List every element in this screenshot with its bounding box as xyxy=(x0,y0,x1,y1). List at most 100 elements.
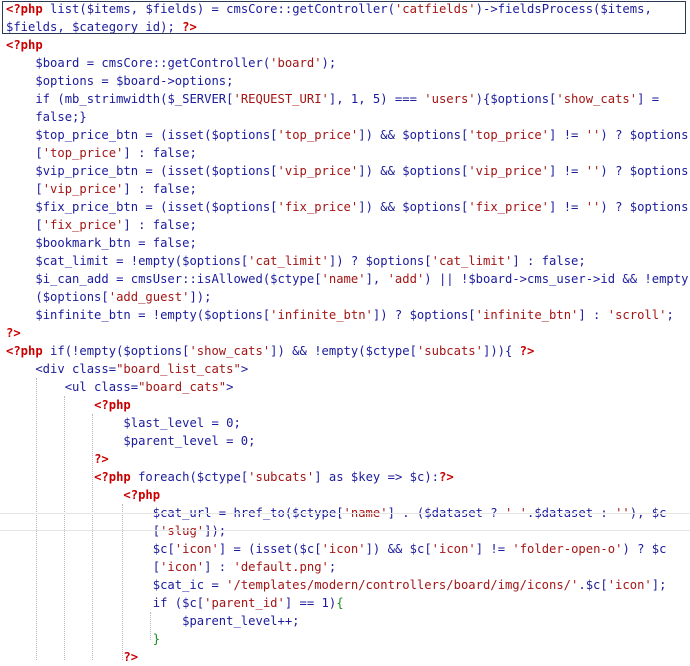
code-token: 'cat_limit' xyxy=(431,254,513,268)
code-token: if ( xyxy=(6,596,183,610)
code-token: $fields xyxy=(6,20,58,34)
code-token: '' xyxy=(585,128,601,142)
code-line: $parent_level = 0; xyxy=(6,432,690,450)
code-token: 'scroll' xyxy=(607,308,667,322)
code-token: = (isset( xyxy=(138,164,212,178)
code-token: [ xyxy=(409,344,417,358)
code-token: ); xyxy=(321,56,337,70)
code-token: $_SERVER xyxy=(167,92,227,106)
code-token: ) ? xyxy=(600,164,630,178)
code-token: 'show_cats' xyxy=(556,92,638,106)
code-token: $options xyxy=(402,128,461,142)
code-token: 'name' xyxy=(321,272,366,286)
code-token: = !empty( xyxy=(130,308,205,322)
code-token: [ xyxy=(6,560,161,574)
code-token: ] : false; xyxy=(123,146,197,160)
code-token: 'add_guest' xyxy=(108,290,190,304)
code-line: $options = $board->options; xyxy=(6,72,690,90)
code-line: ['top_price'] : false; xyxy=(6,144,690,162)
code-token: [ xyxy=(424,542,432,556)
code-token: ])){ xyxy=(482,344,520,358)
code-line: $i_can_add = cmsUser::isAllowed($ctype['… xyxy=(6,270,690,288)
code-token: 'vip_price' xyxy=(468,164,550,178)
code-token: 'top_price' xyxy=(42,146,124,160)
code-token: $c xyxy=(409,470,425,484)
code-token: $key xyxy=(350,470,381,484)
code-token: $options xyxy=(35,74,95,88)
code-token: $options xyxy=(42,290,102,304)
code-token: ): xyxy=(424,470,439,484)
code-token: [ xyxy=(167,542,175,556)
code-token: $items xyxy=(86,2,131,16)
code-token: 'icon' xyxy=(607,578,652,592)
code-token: ] != xyxy=(549,128,586,142)
code-token: <?php xyxy=(94,470,139,484)
code-token: $options xyxy=(402,164,461,178)
code-token: = 0; xyxy=(204,416,241,430)
code-line: $c['icon'] = (isset($c['icon']) && $c['i… xyxy=(6,540,690,558)
code-token: = xyxy=(94,74,117,88)
code-token: = (isset( xyxy=(138,200,212,214)
code-token: [ xyxy=(270,200,278,214)
code-token: [ xyxy=(424,254,432,268)
code-editor[interactable]: <?php list($items, $fields) = cmsCore::g… xyxy=(0,0,690,664)
code-token: ->options; xyxy=(160,74,234,88)
code-token: 'icon' xyxy=(174,542,219,556)
code-token: [ xyxy=(270,128,278,142)
code-token: $options xyxy=(629,200,689,214)
code-token: 'default.png' xyxy=(233,560,329,574)
code-token: 'catfields' xyxy=(394,2,476,16)
code-token: $options xyxy=(365,254,425,268)
code-token: 'vip_price' xyxy=(42,182,124,196)
code-line: ($options['add_guest']); xyxy=(6,288,690,306)
code-token: ] != xyxy=(549,164,586,178)
code-token: { xyxy=(336,596,344,610)
code-token: = false; xyxy=(130,236,197,250)
code-token: ?> xyxy=(123,650,139,664)
code-token: , xyxy=(644,2,652,16)
code-token: . xyxy=(578,578,586,592)
code-token: $options xyxy=(402,200,461,214)
code-token: [ xyxy=(6,218,43,232)
code-token: $category_id xyxy=(72,20,161,34)
code-token: ]) ? xyxy=(372,308,410,322)
code-token: $c xyxy=(651,542,667,556)
code-token: 'infinite_btn' xyxy=(475,308,579,322)
code-token: <?php xyxy=(6,2,51,16)
code-token: $options xyxy=(182,254,241,268)
code-token: '' xyxy=(585,164,601,178)
code-line: ?> xyxy=(6,324,690,342)
code-line: <?php xyxy=(6,396,690,414)
code-line: <ul class="board_cats"> xyxy=(6,378,690,396)
code-token: ]) && xyxy=(358,164,403,178)
code-token: ] : false; xyxy=(123,218,197,232)
code-token: $vip_price_btn xyxy=(35,164,139,178)
code-token: = (isset( xyxy=(138,128,212,142)
code-token: $options xyxy=(490,92,550,106)
code-token: 'vip_price' xyxy=(277,164,359,178)
code-token: $ctype xyxy=(270,272,315,286)
code-token: $last_level xyxy=(123,416,205,430)
code-line: ['vip_price'] : false; xyxy=(6,180,690,198)
code-token: ]; xyxy=(651,578,667,592)
code-line: $parent_level++; xyxy=(6,612,690,630)
code-token: 'fix_price' xyxy=(277,200,359,214)
code-token: ]); xyxy=(189,290,212,304)
code-line: <div class="board_list_cats"> xyxy=(6,360,690,378)
current-line-highlight xyxy=(0,513,690,531)
code-token: $c xyxy=(152,542,168,556)
code-token: ]) && xyxy=(358,128,403,142)
code-token: <?php xyxy=(94,398,131,412)
code-token: $i_can_add xyxy=(35,272,109,286)
code-token: 'show_cats' xyxy=(189,344,271,358)
code-line: $fix_price_btn = (isset($options['fix_pr… xyxy=(6,198,690,216)
